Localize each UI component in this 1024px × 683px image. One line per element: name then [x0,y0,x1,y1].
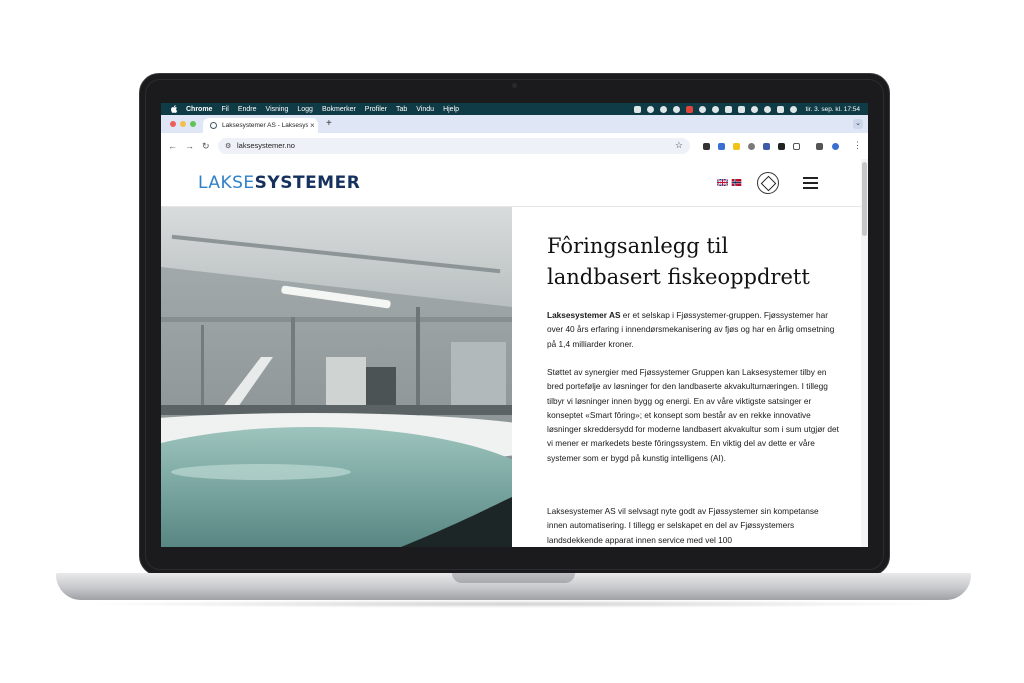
laptop-base [56,573,971,600]
bookmark-star-icon[interactable]: ☆ [675,140,683,151]
battery-icon[interactable] [738,105,746,113]
paragraph-automation: Laksesystemer AS vil selvsagt nyte godt … [547,506,819,545]
new-tab-button[interactable]: + [326,118,332,129]
forward-arrow-icon[interactable]: → [185,141,194,151]
site-settings-icon[interactable]: ⚙ [225,142,231,150]
norway-flag-icon[interactable] [731,179,742,186]
tab-search-chevron-icon[interactable]: ⌄ [853,119,863,129]
clock[interactable]: tir. 3. sep. kl. 17:54 [805,106,860,113]
extension-6-icon[interactable] [778,143,785,150]
extension-5-icon[interactable] [763,143,770,150]
reload-icon[interactable]: ↻ [202,141,210,152]
profile-avatar-icon[interactable] [832,143,839,150]
menu-logg[interactable]: Logg [297,106,313,113]
intro-paragraph: Laksesystemer AS er et selskap i Fjøssys… [547,308,839,351]
laptop-shadow [80,600,947,608]
close-window-button[interactable] [170,121,176,127]
page-scrollbar[interactable] [861,159,868,547]
menu-bokmerker[interactable]: Bokmerker [322,106,356,113]
tab-close-icon[interactable]: × [310,121,315,130]
control-center-icon[interactable] [777,105,785,113]
laptop-notch [452,573,575,583]
menu-profiler[interactable]: Profiler [365,106,387,113]
back-arrow-icon[interactable]: ← [168,141,177,151]
url-text[interactable]: laksesystemer.no [237,141,295,150]
status-icons: tir. 3. sep. kl. 17:54 [628,103,860,115]
wifi-icon[interactable] [751,105,759,113]
mac-menubar: Chrome Fil Endre Visning Logg Bokmerker … [161,103,868,115]
extension-2-icon[interactable] [718,143,725,150]
certification-seal-icon [757,172,779,194]
scrollbar-thumb[interactable] [862,162,867,236]
uk-flag-icon[interactable] [717,179,728,186]
menu-chrome[interactable]: Chrome [186,106,212,113]
extensions-puzzle-icon[interactable] [793,143,800,150]
extension-3-icon[interactable] [733,143,740,150]
menu-endre[interactable]: Endre [238,106,257,113]
website: LAKSE SYSTEMER Fôringsanlegg til landbas… [161,159,868,547]
window-controls [170,121,200,127]
screen: Chrome Fil Endre Visning Logg Bokmerker … [161,103,868,547]
more-menu-icon[interactable]: ⋮ [853,140,862,151]
eye-icon[interactable] [647,105,655,113]
menu-vindu[interactable]: Vindu [416,106,434,113]
headline-line-1: Fôringsanlegg til [547,234,729,258]
display-icon[interactable] [634,105,642,113]
hamburger-menu-icon[interactable] [803,177,818,189]
stack-icon[interactable] [660,105,668,113]
logo-part-systemer: SYSTEMER [254,173,361,193]
cloud-icon[interactable] [699,105,707,113]
hero-photo-fish-tank [161,207,512,547]
menu-visning[interactable]: Visning [266,106,289,113]
menu-hjelp[interactable]: Hjelp [443,106,459,113]
bluetooth-icon[interactable] [725,105,733,113]
tab-laksesystemer[interactable]: Laksesystemer AS - Laksesys × [203,118,318,133]
minimize-window-button[interactable] [180,121,186,127]
page-title: Fôringsanlegg til landbasert fiskeoppdre… [547,231,847,293]
laksesystemer-logo[interactable]: LAKSE SYSTEMER [198,172,360,194]
paragraph-synergies: Støttet av synergier med Fjøssystemer Gr… [547,367,839,463]
logo-part-lakse: LAKSE [198,173,255,193]
maximize-window-button[interactable] [190,121,196,127]
address-bar[interactable]: ⚙ laksesystemer.no ☆ [218,138,690,154]
company-name: Laksesystemer AS [547,310,621,320]
record-icon[interactable] [673,105,681,113]
headline-line-2: landbasert fiskeoppdrett [547,265,810,289]
search-icon[interactable] [764,105,772,113]
reading-list-icon[interactable] [816,143,823,150]
site-header: LAKSE SYSTEMER [161,159,861,207]
camera [512,83,517,88]
menu-fil[interactable]: Fil [221,106,228,113]
browser-toolbar: ← → ↻ ⚙ laksesystemer.no ☆ ⋮ [161,133,868,160]
browser-tab-bar: Laksesystemer AS - Laksesys × + ⌄ [161,115,868,133]
extension-1-icon[interactable] [703,143,710,150]
extension-4-icon[interactable] [748,143,755,150]
apple-icon[interactable] [170,105,178,113]
siri-icon[interactable] [790,105,798,113]
menu-tab[interactable]: Tab [396,106,407,113]
tab-title: Laksesystemer AS - Laksesys [222,122,308,129]
play-icon[interactable] [712,105,720,113]
app-badge-icon[interactable] [686,105,694,113]
favicon-icon [210,122,217,129]
